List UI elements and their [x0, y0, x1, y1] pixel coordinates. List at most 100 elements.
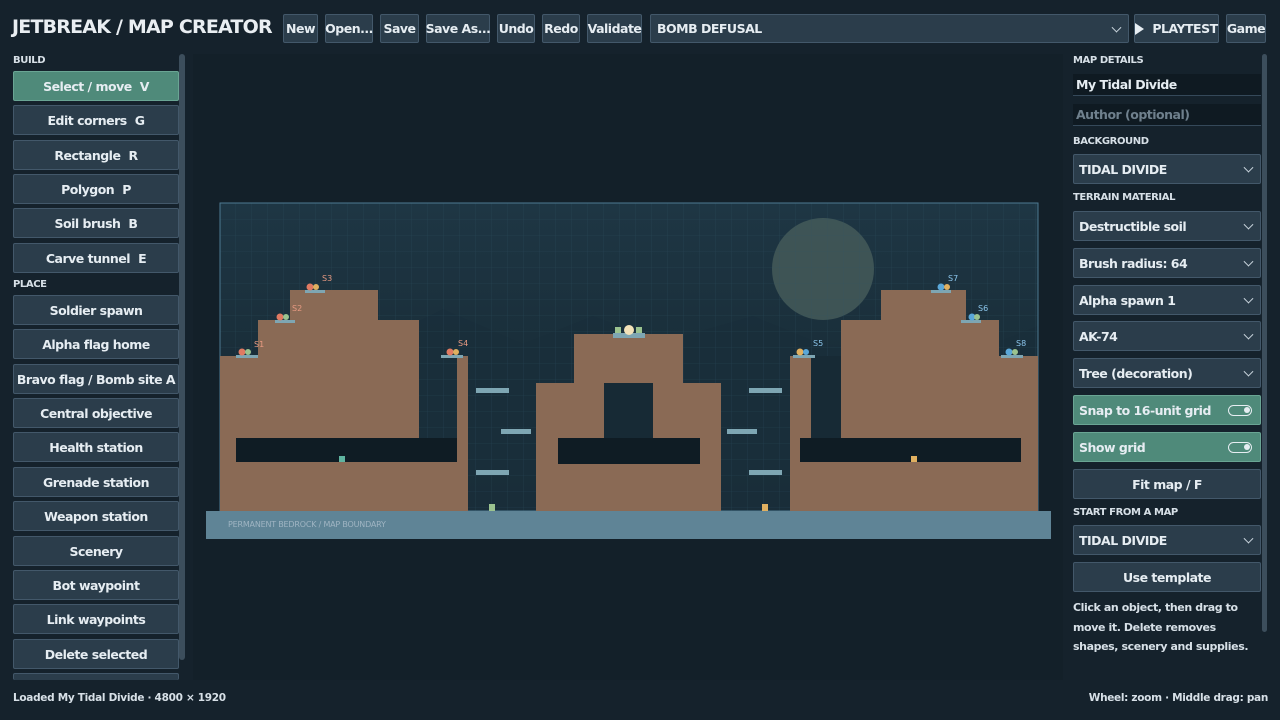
map-view[interactable]: S1 S2 S3 S4 S5 S6 S7 S8 PERMANENT BEDROC… — [193, 54, 1063, 680]
chevron-down-icon — [1243, 366, 1254, 377]
spawn-label: S6 — [978, 304, 988, 313]
map-canvas[interactable]: S1 S2 S3 S4 S5 S6 S7 S8 PERMANENT BEDROC… — [193, 54, 1063, 680]
redo-button[interactable]: Redo — [542, 14, 580, 43]
background-heading: BACKGROUND — [1073, 136, 1149, 147]
place-scenery[interactable]: Scenery — [13, 536, 179, 566]
background-select[interactable]: TIDAL DIVIDE — [1073, 154, 1261, 184]
tool-carve-tunnel[interactable]: Carve tunnel E — [13, 243, 179, 273]
start-map-value: TIDAL DIVIDE — [1079, 532, 1167, 548]
tool-shortcut: R — [128, 147, 138, 163]
tool-shortcut: G — [134, 112, 145, 128]
scenery-select[interactable]: Tree (decoration) — [1073, 358, 1261, 388]
grenade-station-marker[interactable] — [911, 456, 917, 462]
platform[interactable] — [501, 429, 531, 434]
tool-label: Select / move — [43, 78, 132, 94]
open-button[interactable]: Open... — [325, 14, 373, 43]
place-grenade-station[interactable]: Grenade station — [13, 467, 179, 497]
weapon-station-marker[interactable] — [489, 504, 495, 511]
tunnel-right — [800, 438, 1021, 462]
right-panel-scrollbar[interactable] — [1262, 54, 1267, 632]
show-grid-toggle[interactable]: Show grid — [1073, 432, 1261, 462]
map-details-heading: MAP DETAILS — [1073, 55, 1144, 66]
tool-shortcut: V — [139, 78, 150, 94]
platform[interactable] — [727, 429, 757, 434]
playtest-button[interactable]: PLAYTEST — [1134, 14, 1219, 43]
tool-rectangle[interactable]: Rectangle R — [13, 140, 179, 170]
place-alpha-flag-home[interactable]: Alpha flag home — [13, 329, 179, 359]
playtest-label: PLAYTEST — [1152, 21, 1218, 36]
spawn-label: S2 — [292, 304, 302, 313]
spawn-label: S5 — [813, 339, 823, 348]
left-panel-scrollbar[interactable] — [179, 54, 185, 660]
help-text: Click an object, then drag to move it. D… — [1073, 601, 1249, 653]
place-bot-waypoint[interactable]: Bot waypoint — [13, 570, 179, 600]
platform[interactable] — [476, 388, 509, 393]
terrain-material-value: Destructible soil — [1079, 218, 1187, 234]
delete-selected-button[interactable]: Delete selected — [13, 639, 179, 669]
tunnel-center — [558, 438, 700, 464]
place-health-station[interactable]: Health station — [13, 432, 179, 462]
spawn-label: S1 — [254, 340, 264, 349]
place-link-waypoints[interactable]: Link waypoints — [13, 604, 179, 634]
play-icon — [1135, 22, 1145, 35]
spawn-team-select[interactable]: Alpha spawn 1 — [1073, 285, 1261, 315]
tool-label: Rectangle — [54, 147, 121, 163]
chevron-down-icon — [1243, 219, 1254, 230]
chevron-down-icon — [1243, 293, 1254, 304]
spawn-team-value: Alpha spawn 1 — [1079, 292, 1176, 308]
spawn-label: S4 — [458, 339, 468, 348]
author-field[interactable]: Author (optional) — [1073, 104, 1261, 126]
start-map-select[interactable]: TIDAL DIVIDE — [1073, 525, 1261, 555]
save-as-button[interactable]: Save As... — [426, 14, 491, 43]
snap-to-grid-toggle[interactable]: Snap to 16-unit grid — [1073, 395, 1261, 425]
undo-button[interactable]: Undo — [497, 14, 535, 43]
validate-button[interactable]: Validate — [587, 14, 642, 43]
status-hints: Wheel: zoom · Middle drag: pan — [1088, 692, 1269, 704]
tool-polygon[interactable]: Polygon P — [13, 174, 179, 204]
start-from-map-heading: START FROM A MAP — [1073, 507, 1178, 518]
game-mode-select[interactable]: BOMB DEFUSAL — [650, 14, 1129, 43]
platform[interactable] — [749, 470, 782, 475]
spawn-label: S7 — [948, 274, 958, 283]
build-heading: BUILD — [13, 55, 46, 66]
tool-button-cut-off — [13, 673, 179, 680]
tool-label: Carve tunnel — [45, 250, 131, 266]
place-soldier-spawn[interactable]: Soldier spawn — [13, 295, 179, 325]
right-notch-gap — [811, 356, 841, 438]
game-button[interactable]: Game — [1226, 14, 1266, 43]
tool-select-move[interactable]: Select / move V — [13, 71, 179, 101]
brush-radius-select[interactable]: Brush radius: 64 — [1073, 248, 1261, 278]
fit-map-button[interactable]: Fit map / F — [1073, 469, 1261, 499]
weapon-value: AK-74 — [1079, 328, 1118, 344]
chevron-down-icon — [1243, 533, 1254, 544]
place-heading: PLACE — [13, 279, 47, 290]
weapon-select[interactable]: AK-74 — [1073, 321, 1261, 351]
save-button[interactable]: Save — [380, 14, 419, 43]
game-mode-value: BOMB DEFUSAL — [657, 21, 762, 36]
map-name-field[interactable]: My Tidal Divide — [1073, 74, 1261, 96]
toggle-switch-icon — [1228, 442, 1252, 453]
health-station-marker[interactable] — [339, 456, 345, 462]
place-central-objective[interactable]: Central objective — [13, 398, 179, 428]
tool-soil-brush[interactable]: Soil brush B — [13, 208, 179, 238]
top-bar: JETBREAK / MAP CREATOR New Open... Save … — [0, 0, 1280, 54]
tool-label: Polygon — [61, 181, 115, 197]
tool-label: Edit corners — [47, 112, 127, 128]
new-button[interactable]: New — [283, 14, 318, 43]
tool-edit-corners[interactable]: Edit corners G — [13, 105, 179, 135]
chevron-down-icon — [1243, 162, 1254, 173]
weapon-station-marker[interactable] — [762, 504, 768, 511]
center-arch-gap — [604, 383, 653, 438]
toggle-switch-icon — [1228, 405, 1252, 416]
terrain-material-heading: TERRAIN MATERIAL — [1073, 192, 1176, 203]
use-template-button[interactable]: Use template — [1073, 562, 1261, 592]
show-grid-label: Show grid — [1079, 439, 1146, 455]
platform[interactable] — [476, 470, 509, 475]
tool-shortcut: B — [128, 215, 138, 231]
place-bravo-flag-bomb-site[interactable]: Bravo flag / Bomb site A — [13, 364, 179, 394]
terrain-material-select[interactable]: Destructible soil — [1073, 211, 1261, 241]
place-weapon-station[interactable]: Weapon station — [13, 501, 179, 531]
platform[interactable] — [749, 388, 782, 393]
spawn-label: S3 — [322, 274, 332, 283]
tunnel-left — [236, 438, 457, 462]
